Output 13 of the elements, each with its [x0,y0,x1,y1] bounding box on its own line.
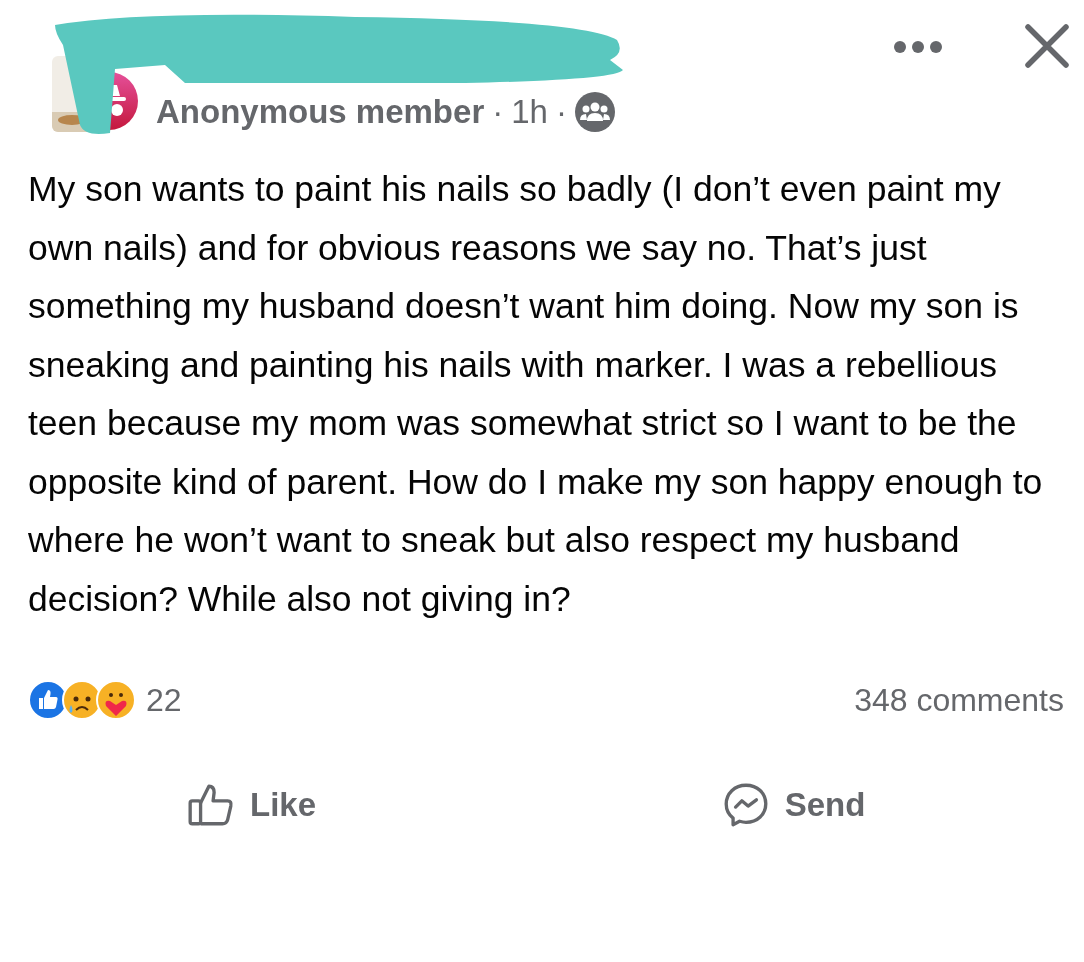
author-name[interactable]: Anonymous member [156,93,485,131]
like-button[interactable]: Like [177,776,324,834]
post-time[interactable]: 1h [511,93,548,131]
separator: · [555,93,567,131]
comment-count[interactable]: 348 comments [854,681,1064,719]
care-reaction-icon [96,680,136,720]
separator: · [492,93,504,131]
group-audience-icon [574,92,615,132]
reaction-count[interactable]: 22 [146,681,182,719]
post-text: My son wants to paint his nails so badly (I don’t even paint my own nails) and for obvious reasons we say no. That’s just something my husband doesn’t want him doing. Now my son is sneaking and painting his nails with marker. I was a rebellious teen because my mom was somewhat strict so I want to be the opposite kind of parent. How do I make my son happy enough to where he won’t want to sneak but also respect my husband decision? While also not giving in? [27,168,1044,621]
close-icon[interactable] [1023,22,1071,70]
more-options-icon[interactable] [893,40,943,54]
send-button[interactable]: Send [712,776,874,834]
